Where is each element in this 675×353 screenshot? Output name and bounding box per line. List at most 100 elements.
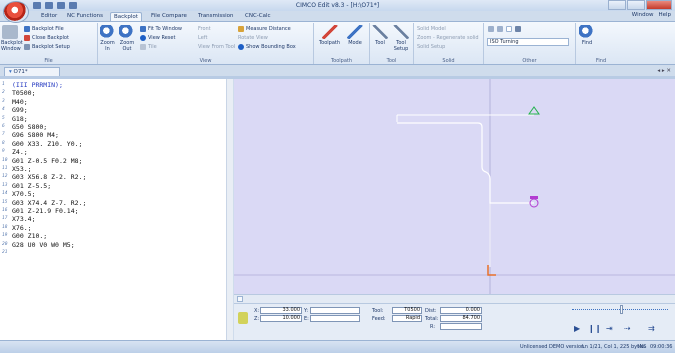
tab-transmission[interactable]: Transmission	[195, 12, 237, 21]
line-number: 3	[2, 98, 5, 104]
position-readout: X: 33.000 Y: Z: 10.000 E: Tool: T0500 Fe…	[234, 303, 675, 340]
code-line[interactable]: 1 (III PRRMIN);	[0, 81, 226, 89]
code-line[interactable]: 7 G96 S800 M4;	[0, 131, 226, 139]
close-backplot-button[interactable]: Close Backplot	[24, 35, 69, 41]
toolpath-button[interactable]: Toolpath	[316, 25, 343, 46]
code-text: G01 Z-0.5 F0.2 M8;	[12, 156, 83, 165]
tool-button[interactable]: Tool	[370, 25, 390, 46]
backplot-canvas[interactable]	[234, 79, 675, 294]
status-bar: Unlicensed DEMO version Ln 1/21, Col 1, …	[0, 340, 675, 353]
machine-type-select[interactable]: ISO Turning	[487, 38, 569, 46]
code-line[interactable]: 14 X70.5;	[0, 190, 226, 198]
pause-icon[interactable]: ❙❙	[588, 324, 601, 333]
line-number: 10	[2, 157, 8, 163]
code-text: G03 X74.4 Z-7. R2.;	[12, 198, 87, 207]
blank-icon[interactable]	[506, 26, 512, 32]
close-document-icon[interactable]: ◂ ▸ ✕	[657, 68, 671, 74]
measure-distance-button[interactable]: Measure Distance	[238, 26, 291, 32]
code-line[interactable]: 9 Z4.;	[0, 148, 226, 156]
code-text: G18;	[12, 114, 28, 123]
code-line[interactable]: 5 G18;	[0, 115, 226, 123]
play-icon[interactable]: ▶	[574, 324, 580, 333]
tab-nc-functions[interactable]: NC Functions	[64, 12, 106, 21]
code-line[interactable]: 15 G03 X74.4 Z-7. R2.;	[0, 199, 226, 207]
fast-forward-icon[interactable]: ⇉	[648, 324, 655, 333]
tool-setup-button[interactable]: Tool Setup	[390, 25, 412, 52]
tab-file-compare[interactable]: File Compare	[148, 12, 190, 21]
zoom-regenerate-button[interactable]: Zoom - Regenerate solid	[417, 35, 479, 41]
close-button[interactable]	[646, 0, 672, 10]
minimize-button[interactable]	[608, 0, 626, 10]
line-number: 17	[2, 216, 8, 222]
code-line[interactable]: 18 X76.;	[0, 224, 226, 232]
total-label: Total:	[425, 316, 439, 322]
e-label: E:	[304, 316, 309, 322]
code-line[interactable]: 6 G50 S800;	[0, 123, 226, 131]
application-menu-button[interactable]	[3, 1, 29, 23]
backplot-window-button[interactable]: Backplot Window	[1, 25, 23, 52]
mode-icon-2[interactable]	[515, 26, 521, 32]
code-line[interactable]: 20 G28 U0 V0 W0 M5;	[0, 241, 226, 249]
tab-cnc-calc[interactable]: CNC-Calc	[242, 12, 274, 21]
code-line[interactable]: 2 T0500;	[0, 89, 226, 97]
backplot-setup-button[interactable]: Backplot Setup	[24, 44, 70, 50]
code-line[interactable]: 17 X73.4;	[0, 215, 226, 223]
playback-slider[interactable]	[620, 305, 623, 314]
code-line[interactable]: 16 G01 Z-21.9 F0.14;	[0, 207, 226, 215]
solid-model-button[interactable]: Solid Model	[417, 26, 446, 32]
code-line[interactable]: 21	[0, 249, 226, 257]
solid-setup-button[interactable]: Solid Setup	[417, 44, 445, 50]
front-view-button[interactable]: Front	[198, 26, 211, 32]
ruler-icon	[238, 26, 244, 32]
code-text: G99;	[12, 106, 28, 115]
zoom-out-button[interactable]: Zoom Out	[117, 25, 137, 52]
code-line[interactable]: 11 X53.;	[0, 165, 226, 173]
editor-scrollbar[interactable]	[226, 79, 233, 340]
view-from-tool-button[interactable]: View From Tool	[198, 44, 235, 50]
canvas-scrollbar[interactable]	[234, 294, 675, 303]
help-menu[interactable]: Help	[658, 12, 671, 18]
tool-value: T0500	[392, 307, 422, 314]
line-number: 11	[2, 166, 8, 171]
left-view-button[interactable]: Left	[198, 35, 207, 41]
tab-editor[interactable]: Editor	[38, 12, 60, 21]
code-line[interactable]: 12 G03 X56.8 Z-2. R2.;	[0, 173, 226, 181]
code-line[interactable]: 8 G00 X33. Z10. Y0.;	[0, 140, 226, 148]
find-button[interactable]: Find	[578, 25, 596, 46]
code-line[interactable]: 13 G01 Z-5.5;	[0, 182, 226, 190]
window-menu[interactable]: Window	[632, 12, 654, 18]
find-icon	[579, 25, 595, 39]
turning-icon[interactable]	[488, 26, 494, 32]
view-reset-button[interactable]: View Reset	[140, 35, 175, 41]
tile-button[interactable]: Tile	[140, 44, 157, 50]
code-line[interactable]: 10 G01 Z-0.5 F0.2 M8;	[0, 157, 226, 165]
speed-icon[interactable]: ⇢	[624, 324, 631, 333]
scroll-thumb[interactable]	[237, 296, 243, 302]
nc-editor[interactable]: 1 (III PRRMIN); 2 T0500; 3 M40; 4 G99; 5 G18; 6 G50…	[0, 79, 233, 340]
zoom-out-icon	[119, 25, 135, 39]
milling-icon[interactable]	[497, 26, 503, 32]
code-line[interactable]: 4 G99;	[0, 106, 226, 114]
group-tool-label: Tool	[386, 58, 397, 64]
feed-value: Rapid	[392, 315, 422, 322]
code-line[interactable]: 3 M40;	[0, 98, 226, 106]
code-line[interactable]: 19 G00 Z10.;	[0, 232, 226, 240]
step-icon[interactable]: ⇥	[606, 324, 613, 333]
backplot-file-button[interactable]: Backplot File	[24, 26, 64, 32]
dist-label: Dist:	[425, 308, 437, 314]
show-bounding-box-button[interactable]: Show Bounding Box	[238, 44, 296, 50]
group-file: Backplot Window Backplot File Close Back…	[0, 23, 98, 64]
zoom-in-button[interactable]: Zoom In	[98, 25, 117, 52]
mode-button[interactable]: Mode	[343, 25, 367, 46]
rotate-view-button[interactable]: Rotate View	[238, 35, 268, 41]
line-number: 19	[2, 233, 8, 239]
tab-backplot[interactable]: Backplot	[110, 12, 142, 21]
line-number: 16	[2, 208, 8, 213]
demo-status: Unlicensed DEMO version	[520, 344, 585, 350]
line-number: 14	[2, 191, 8, 197]
maximize-button[interactable]	[627, 0, 645, 10]
tool-marker	[530, 196, 538, 199]
cursor-position: Ln 1/21, Col 1, 225 bytes	[582, 344, 645, 350]
fit-to-window-button[interactable]: Fit To Window	[140, 26, 182, 32]
line-number: 15	[2, 199, 8, 205]
